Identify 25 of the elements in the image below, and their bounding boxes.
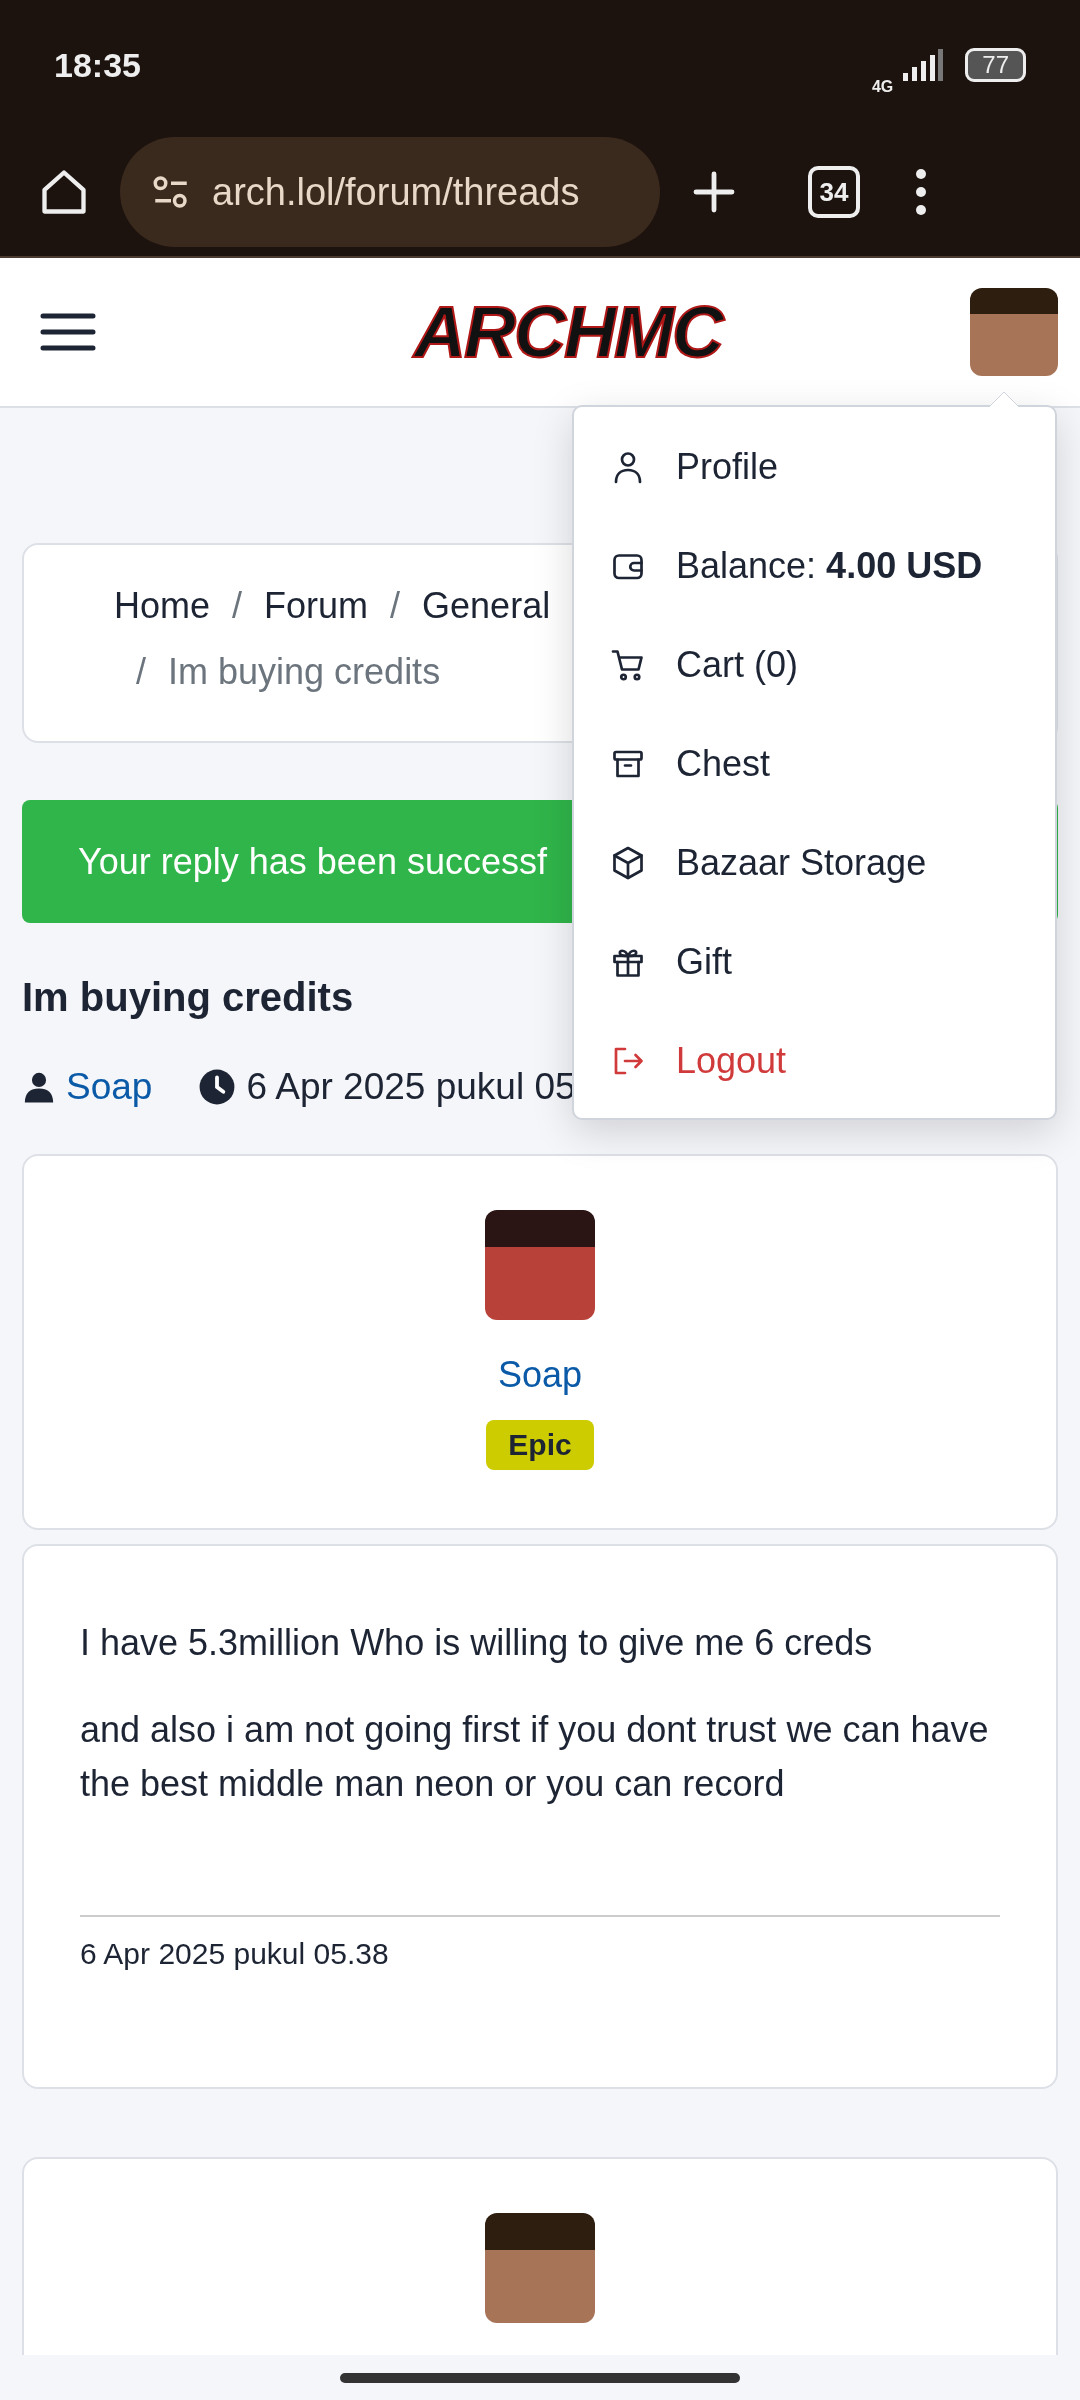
thread-title: Im buying credits — [22, 975, 355, 1020]
site-logo[interactable]: ARCHMC — [414, 291, 722, 373]
menu-item[interactable]: Cart (0) — [574, 615, 1055, 714]
address-bar[interactable]: arch.lol/forum/threads — [120, 137, 660, 247]
menu-item[interactable]: Bazaar Storage — [574, 813, 1055, 912]
breadcrumb-separator: / — [136, 651, 146, 694]
menu-item[interactable]: Profile — [574, 417, 1055, 516]
breadcrumb-link[interactable]: Home — [114, 585, 211, 637]
rank-label: Epic — [486, 1420, 594, 1470]
menu-item[interactable]: Logout — [574, 1011, 1055, 1110]
menu-item[interactable]: Balance: 4.00 USD — [574, 516, 1055, 615]
thread-date: 6 Apr 2025 pukul 05 — [246, 1066, 576, 1108]
breadcrumb-link[interactable]: Forum — [264, 585, 369, 637]
tab-count-button[interactable]: 34 — [808, 166, 860, 218]
post-date: 6 Apr 2025 pukul 05.38 — [80, 1937, 389, 1970]
status-time: 18:35 — [54, 45, 141, 85]
post-text: I have 5.3million Who is willing to give me 6 creds — [80, 1621, 874, 1665]
breadcrumb-separator: / — [390, 585, 401, 628]
battery-indicator: 77 — [965, 48, 1026, 82]
breadcrumb-link[interactable]: General — [422, 585, 551, 637]
post-text: and also i am not going first if you dont trust we can have the best middle man neon or you can record — [80, 1708, 990, 1806]
network-type: 4G — [871, 78, 894, 96]
author-name[interactable]: Soap — [497, 1354, 583, 1396]
author-link[interactable]: Soap — [66, 1066, 153, 1108]
breadcrumb-separator: / — [232, 585, 243, 628]
